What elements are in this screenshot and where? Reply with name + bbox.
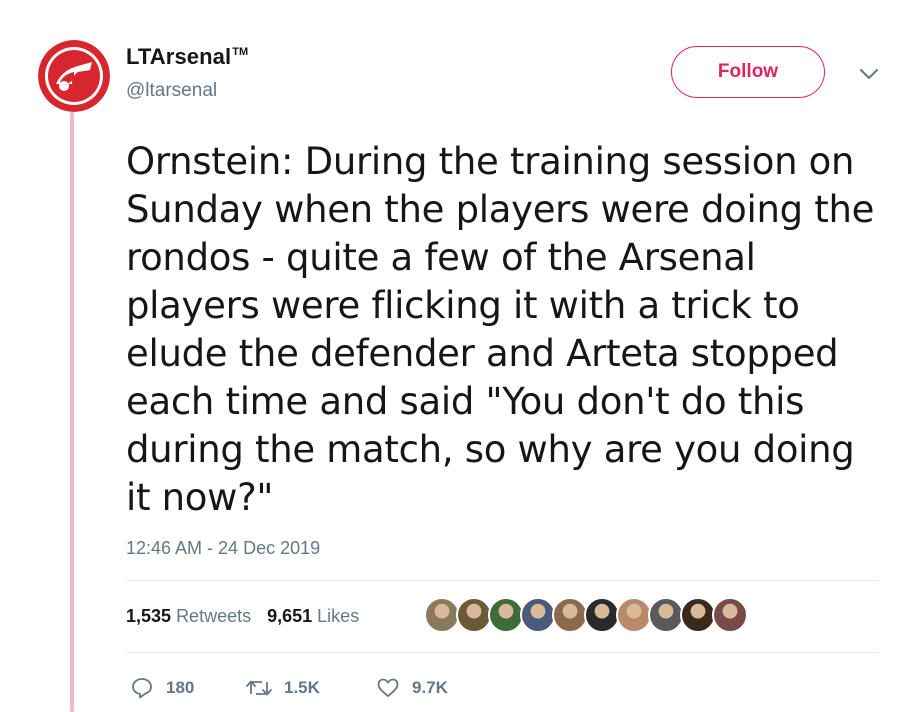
likes-stat[interactable]: 9,651 Likes [267,606,359,627]
retweet-button[interactable]: 1.5K [246,676,376,700]
liker-avatar[interactable] [552,597,588,633]
like-count: 9.7K [412,678,448,697]
divider-top [126,580,878,581]
liker-avatars [424,597,748,633]
liker-avatar[interactable] [680,597,716,633]
liker-avatar[interactable] [616,597,652,633]
like-button[interactable]: 9.7K [376,676,448,700]
likes-count: 9,651 [267,606,313,626]
retweets-label: Retweets [176,606,252,626]
follow-button[interactable]: Follow [671,46,825,98]
user-handle[interactable]: @ltarsenal [126,80,217,102]
display-name-text: LTArsenal [126,44,232,69]
liker-avatar[interactable] [520,597,556,633]
reply-count: 180 [166,678,195,697]
liker-avatar[interactable] [584,597,620,633]
retweets-count: 1,535 [126,606,172,626]
retweets-stat[interactable]: 1,535 Retweets [126,606,251,627]
retweet-count: 1.5K [284,678,320,697]
trademark-mark: TM [232,46,249,58]
display-name[interactable]: LTArsenalTM [126,44,248,70]
tweet-text: Ornstein: During the training session on… [126,140,875,519]
heart-icon [377,678,399,697]
liker-avatar[interactable] [456,597,492,633]
action-bar: 180 1.5K 9.7K [130,676,448,700]
tweet-timestamp[interactable]: 12:46 AM - 24 Dec 2019 [126,538,320,559]
liker-avatar[interactable] [488,597,524,633]
reply-icon [132,678,152,699]
tweet-stats: 1,535 Retweets 9,651 Likes [126,606,359,627]
avatar[interactable] [38,40,110,112]
divider-bottom [126,652,878,653]
liker-avatar[interactable] [424,597,460,633]
chevron-down-icon[interactable] [856,64,882,84]
thread-line [70,112,74,712]
liker-avatar[interactable] [712,597,748,633]
retweet-icon [246,680,272,696]
liker-avatar[interactable] [648,597,684,633]
ltarsenal-logo-icon [38,40,110,112]
reply-button[interactable]: 180 [130,676,246,700]
likes-label: Likes [317,606,360,626]
